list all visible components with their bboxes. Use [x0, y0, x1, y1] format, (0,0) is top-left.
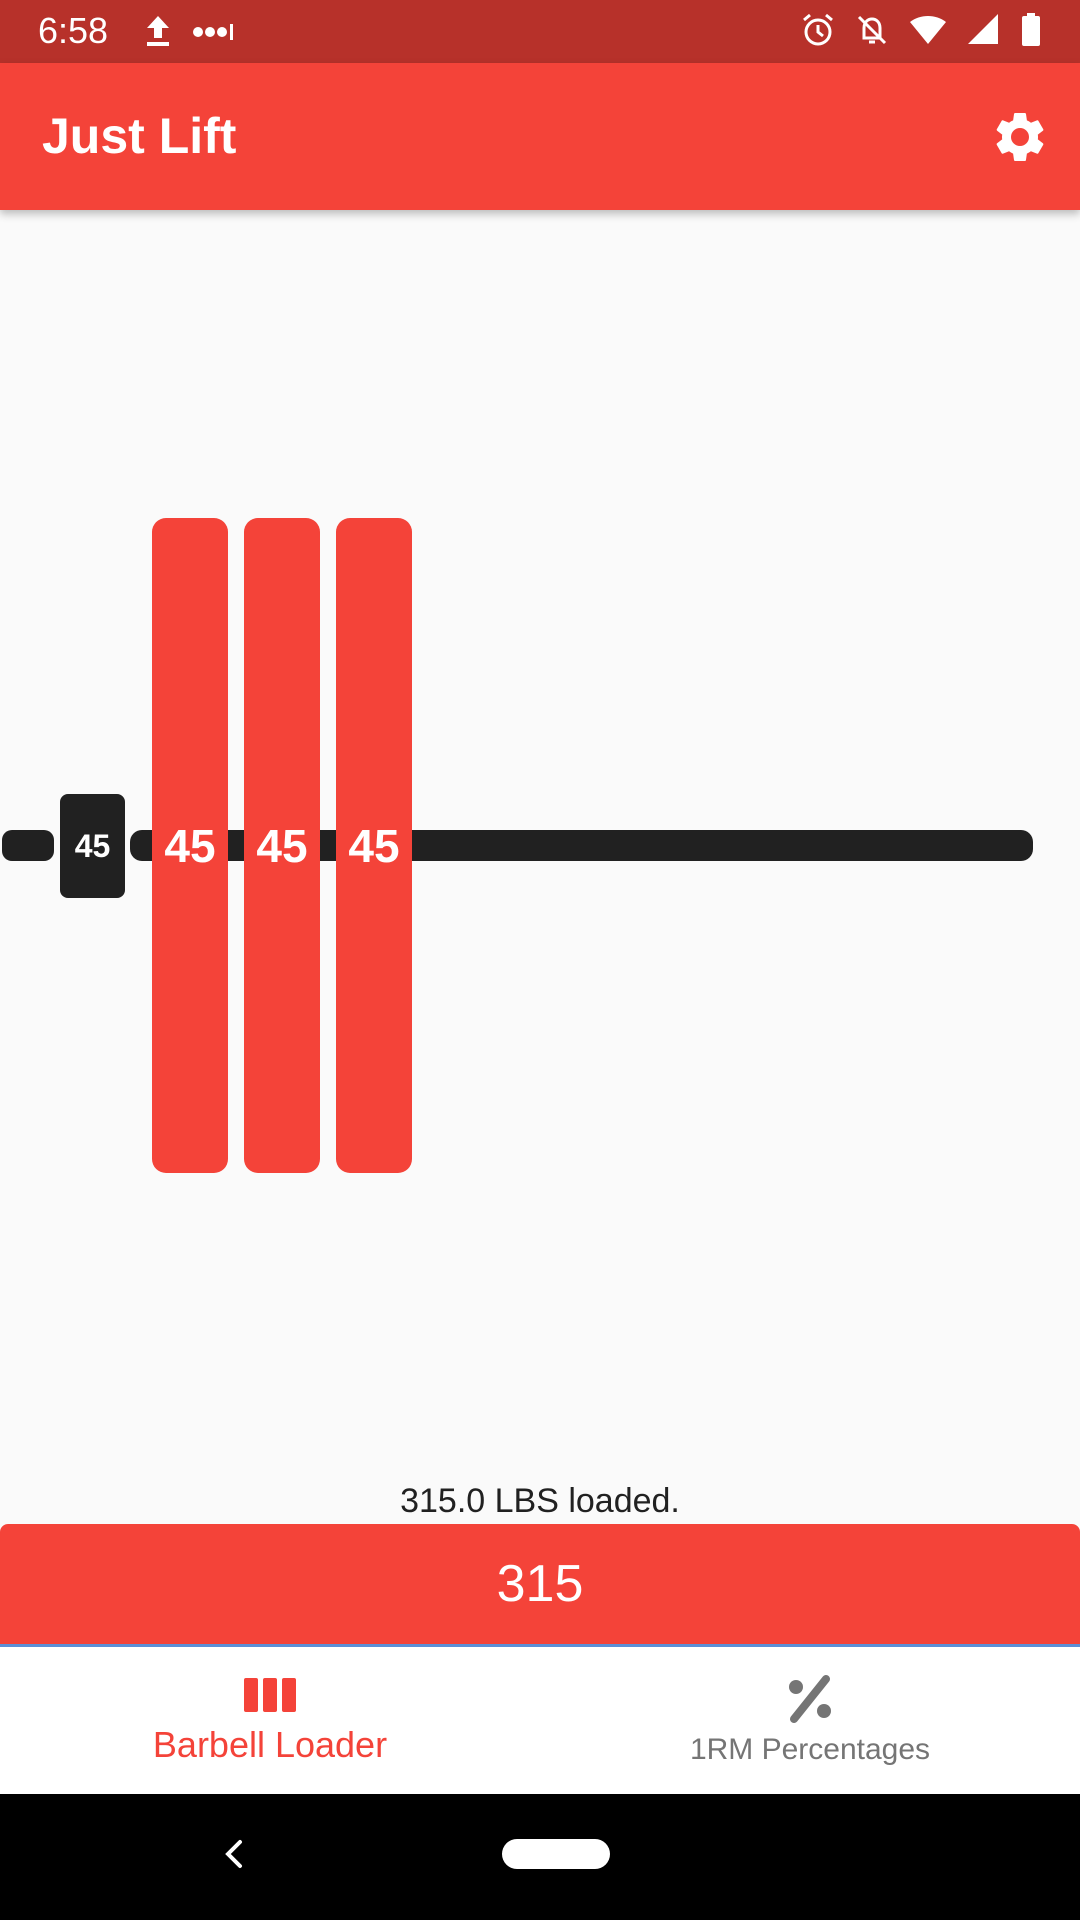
weight-plate[interactable]: 45 [336, 518, 412, 1173]
barbell-plates-icon [244, 1677, 296, 1712]
plate-label: 45 [348, 819, 400, 872]
loaded-weight-text: 315.0 LBS loaded. [400, 1482, 680, 1520]
weight-plate[interactable]: 45 [152, 518, 228, 1173]
status-bar: 6:58 [0, 0, 1080, 63]
weight-plate[interactable]: 45 [244, 518, 320, 1173]
weight-input[interactable]: 315 [0, 1524, 1080, 1644]
plate-label: 45 [256, 819, 308, 872]
more-dots-icon [192, 14, 236, 52]
wifi-icon [910, 16, 946, 44]
percent-icon [789, 1674, 831, 1723]
app-bar: Just Lift [0, 63, 1080, 210]
barbell-sleeve-left [2, 830, 54, 861]
upload-icon [143, 14, 173, 52]
plate-label: 45 [164, 819, 216, 872]
collar-label: 45 [74, 827, 111, 864]
notifications-off-icon [857, 15, 887, 45]
status-icons [800, 12, 1042, 48]
settings-button[interactable] [990, 107, 1050, 167]
weight-input-value: 315 [496, 1555, 584, 1613]
back-button[interactable] [220, 1834, 246, 1878]
back-icon [225, 1840, 242, 1868]
bottom-nav: Barbell Loader 1RM Percentages [0, 1647, 1080, 1794]
signal-icon [968, 14, 998, 44]
screen: 6:58 Just Lift 45 45 45 45 315.0 LBS loa… [0, 0, 1080, 1920]
alarm-icon [803, 13, 833, 46]
home-button[interactable] [502, 1839, 610, 1869]
app-title: Just Lift [42, 108, 237, 164]
system-nav-bar [0, 1794, 1080, 1920]
gear-icon [996, 112, 1044, 161]
nav-item-1rm-percentages[interactable]: 1RM Percentages [540, 1647, 1080, 1794]
battery-icon [1022, 13, 1040, 46]
nav-label: Barbell Loader [152, 1723, 388, 1765]
nav-item-barbell-loader[interactable]: Barbell Loader [0, 1647, 540, 1794]
status-time: 6:58 [38, 10, 109, 51]
barbell-collar: 45 [60, 794, 125, 898]
nav-label: 1RM Percentages [689, 1732, 931, 1766]
